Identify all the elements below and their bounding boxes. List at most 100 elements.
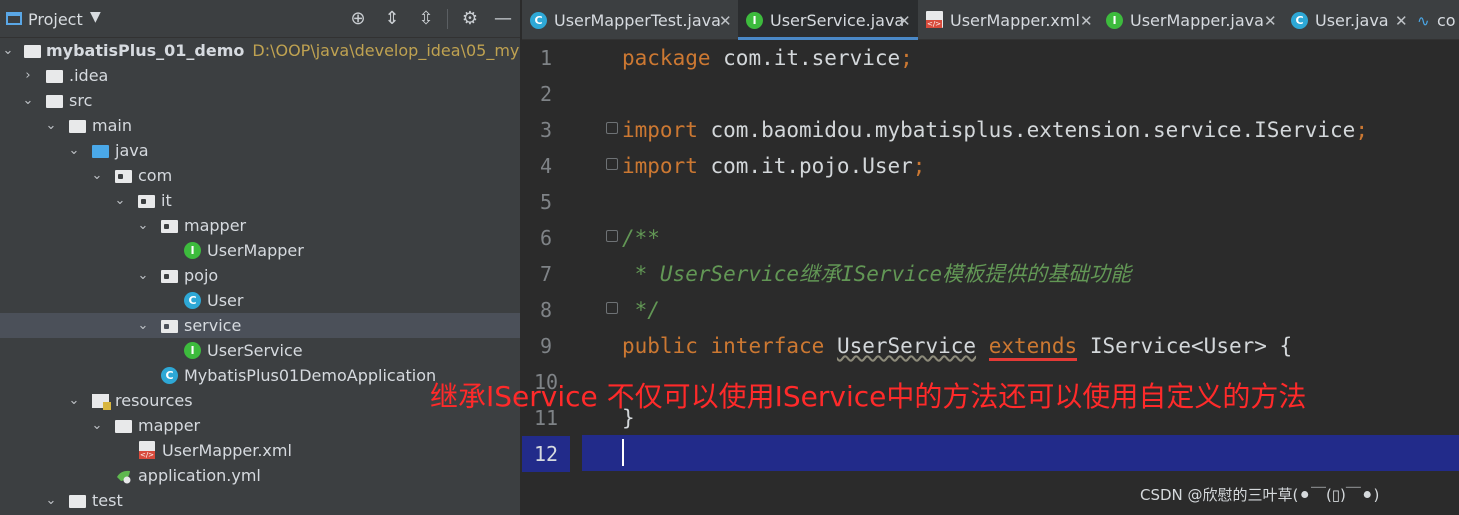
package-icon (161, 320, 178, 333)
gear-icon[interactable]: ⚙ (459, 8, 481, 30)
tree-label-resources: resources (115, 391, 193, 410)
expand-all-icon[interactable]: ⇕ (381, 8, 403, 30)
tab-usermappertest[interactable]: C UserMapperTest.java ✕ (522, 0, 738, 40)
tree-row-resources-mapper[interactable]: ⌄ mapper (0, 413, 520, 438)
project-panel-title[interactable]: Project (28, 10, 83, 29)
tree-row-application-yml[interactable]: application.yml (0, 463, 520, 488)
tree-row-idea[interactable]: › .idea (0, 63, 520, 88)
tab-userservice[interactable]: I UserService.java ✕ (738, 0, 918, 40)
tree-label-pojo: pojo (184, 266, 219, 285)
tree-row-usermapper-xml[interactable]: </> UserMapper.xml (0, 438, 520, 463)
tab-label: UserMapper.xml (950, 11, 1080, 30)
class-icon: C (184, 292, 201, 309)
text-cursor (622, 439, 624, 466)
fold-icon[interactable] (606, 122, 618, 134)
project-panel-header: Project ▼ ⊕ ⇕ ⇳ ⚙ — (0, 0, 520, 38)
folder-icon (69, 120, 86, 133)
tree-row-project-root[interactable]: ⌄ mybatisPlus_01_demo D:\OOP\java\develop… (0, 38, 520, 63)
red-annotation: 继承IService 不仅可以使用IService中的方法还可以使用自定义的方法 (430, 380, 1307, 413)
code-line-9: public interface UserService extends ISe… (622, 328, 1292, 364)
interface-icon: I (1106, 12, 1123, 29)
close-icon[interactable]: ✕ (719, 0, 732, 42)
editor-tab-bar: C UserMapperTest.java ✕ I UserService.ja… (522, 0, 1459, 40)
class-icon: C (1291, 12, 1308, 29)
tree-label-user: User (207, 291, 244, 310)
tree-row-com[interactable]: ⌄ com (0, 163, 520, 188)
project-panel-icon (6, 12, 22, 25)
tree-label-service: service (184, 316, 242, 335)
folder-icon (24, 45, 41, 58)
yaml-file-icon (117, 470, 131, 484)
chevron-down-icon[interactable]: ▼ (90, 9, 101, 25)
code-line-6: /** (622, 226, 660, 250)
tree-row-pojo[interactable]: ⌄ pojo (0, 263, 520, 288)
test-class-icon: C (530, 12, 547, 29)
fold-icon[interactable] (606, 158, 618, 170)
close-icon[interactable]: ✕ (1395, 0, 1408, 42)
tree-row-service[interactable]: ⌄ service (0, 313, 520, 338)
package-icon (161, 270, 178, 283)
tab-label: UserMapper.java (1130, 11, 1264, 30)
tree-row-userservice[interactable]: I UserService (0, 338, 520, 363)
fold-icon[interactable] (606, 230, 618, 242)
fold-icon[interactable] (606, 302, 618, 314)
code-line-8: */ (622, 298, 660, 322)
tree-label-resources-mapper: mapper (138, 416, 201, 435)
tree-label-main: main (92, 116, 132, 135)
tab-label: User.java (1315, 11, 1389, 30)
interface-icon: I (184, 342, 201, 359)
folder-icon (69, 495, 86, 508)
interface-icon: I (184, 242, 201, 259)
tab-usermapper-xml[interactable]: </> UserMapper.xml ✕ (918, 0, 1098, 40)
project-root-label: mybatisPlus_01_demo (46, 41, 245, 60)
tree-row-it[interactable]: ⌄ it (0, 188, 520, 213)
code-line-4: import com.it.pojo.User; (622, 154, 926, 178)
minimize-icon[interactable]: — (492, 8, 514, 30)
tree-label-usermapper-xml: UserMapper.xml (162, 441, 292, 460)
package-icon (161, 220, 178, 233)
folder-icon (46, 95, 63, 108)
tab-usermapper-java[interactable]: I UserMapper.java ✕ (1098, 0, 1283, 40)
folder-icon (115, 420, 132, 433)
code-area[interactable]: package com.it.service; import com.baomi… (522, 40, 1459, 515)
tree-label-it: it (161, 191, 172, 210)
tree-row-src[interactable]: ⌄ src (0, 88, 520, 113)
collapse-all-icon[interactable]: ⇳ (415, 8, 437, 30)
folder-icon (46, 70, 63, 83)
tree-label-java: java (115, 141, 149, 160)
tree-label-usermapper: UserMapper (207, 241, 304, 260)
locate-icon[interactable]: ⊕ (347, 8, 369, 30)
tree-label-com: com (138, 166, 173, 185)
spring-boot-class-icon: C (161, 367, 178, 384)
tree-row-user[interactable]: C User (0, 288, 520, 313)
tree-label-application-yml: application.yml (138, 466, 261, 485)
tree-row-usermapper[interactable]: I UserMapper (0, 238, 520, 263)
resources-folder-icon (92, 394, 111, 410)
extends-keyword: extends (988, 334, 1078, 361)
interface-icon: I (746, 12, 763, 29)
tab-label: UserMapperTest.java (554, 11, 721, 30)
close-icon[interactable]: ✕ (1080, 0, 1093, 42)
csdn-watermark: CSDN @欣慰的三叶草(⚫︎￣(▯)￣⚫︎) (1140, 486, 1380, 504)
toolbar-divider (447, 9, 448, 29)
tree-row-test[interactable]: ⌄ test (0, 488, 520, 513)
close-icon[interactable]: ✕ (898, 0, 911, 42)
tab-user-java[interactable]: C User.java ✕ (1283, 0, 1413, 40)
tree-label-idea: .idea (69, 66, 109, 85)
project-panel: Project ▼ ⊕ ⇕ ⇳ ⚙ — ⌄ mybatisPlus_01_dem… (0, 0, 521, 515)
xml-file-icon: </> (926, 11, 943, 28)
tree-label-src: src (69, 91, 93, 110)
tab-overflow[interactable]: ∿ co (1413, 0, 1459, 40)
code-line-7: * UserService继承IService模板提供的基础功能 (622, 262, 1132, 286)
tree-label-mapper: mapper (184, 216, 247, 235)
code-line-1: package com.it.service; (622, 46, 913, 70)
tree-label-userservice: UserService (207, 341, 303, 360)
close-icon[interactable]: ✕ (1264, 0, 1277, 42)
tree-row-java[interactable]: ⌄ java (0, 138, 520, 163)
code-editor: C UserMapperTest.java ✕ I UserService.ja… (522, 0, 1459, 515)
tree-row-main[interactable]: ⌄ main (0, 113, 520, 138)
package-icon (138, 195, 155, 208)
tree-label-application-class: MybatisPlus01DemoApplication (184, 366, 437, 385)
tree-row-mapper[interactable]: ⌄ mapper (0, 213, 520, 238)
code-line-3: import com.baomidou.mybatisplus.extensio… (622, 118, 1368, 142)
